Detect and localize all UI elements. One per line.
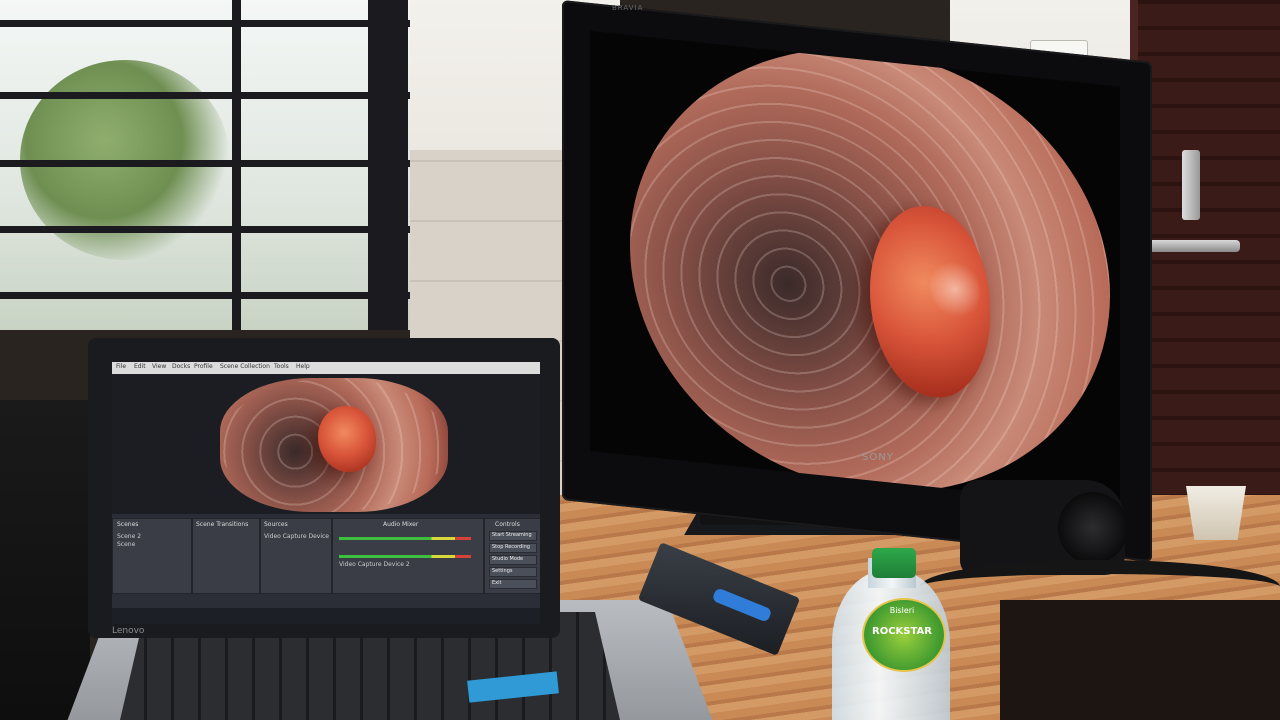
scene-item[interactable]: Scene — [117, 541, 135, 548]
start-streaming-button[interactable]: Start Streaming — [489, 531, 537, 541]
window-bar — [0, 226, 420, 233]
window-bar — [0, 92, 420, 99]
camera-strap — [920, 560, 1280, 614]
menu-help[interactable]: Help — [296, 363, 310, 370]
exit-button[interactable]: Exit — [489, 579, 537, 589]
panel-sources-title: Sources — [264, 521, 288, 528]
menu-docks[interactable]: Docks — [172, 363, 190, 370]
menu-scene-collection[interactable]: Scene Collection — [220, 363, 270, 370]
stop-recording-button[interactable]: Stop Recording — [489, 543, 537, 553]
audio-meter — [339, 555, 471, 558]
settings-button[interactable]: Settings — [489, 567, 537, 577]
audio-mixer-panel: Audio Mixer Video Capture Device 2 — [332, 518, 484, 594]
window-bar — [0, 160, 420, 167]
panel-transitions-title: Scene Transitions — [196, 521, 249, 528]
monitor-brand: SONY — [862, 452, 894, 463]
panel-audio-title: Audio Mixer — [383, 521, 419, 528]
door-handle — [1145, 240, 1240, 252]
window-bar — [232, 0, 241, 330]
source-item[interactable]: Video Capture Device 2 — [339, 561, 410, 568]
source-item[interactable]: Video Capture Device — [264, 533, 329, 540]
door-latch — [1182, 150, 1200, 220]
taskbar — [112, 608, 540, 624]
audio-meter — [339, 537, 471, 540]
cables — [0, 400, 90, 720]
menu-edit[interactable]: Edit — [134, 363, 146, 370]
window — [0, 0, 420, 330]
monitor — [562, 0, 1152, 563]
laptop-lid: File Edit View Docks Profile Scene Colle… — [88, 338, 560, 638]
studio-mode-button[interactable]: Studio Mode — [489, 555, 537, 565]
panel-controls-title: Controls — [495, 521, 520, 528]
panel-scenes-title: Scenes — [117, 521, 139, 528]
scene-item[interactable]: Scene 2 — [117, 533, 141, 540]
obs-menubar: File Edit View Docks Profile Scene Colle… — [112, 362, 540, 374]
door — [1130, 0, 1280, 520]
menu-profile[interactable]: Profile — [194, 363, 213, 370]
controls-panel: Controls Start Streaming Stop Recording … — [484, 518, 540, 594]
camera-lens — [1058, 492, 1128, 564]
bottle-label-text: ROCKSTAR — [872, 626, 932, 637]
sources-panel: Sources Video Capture Device — [260, 518, 332, 594]
menu-file[interactable]: File — [116, 363, 126, 370]
window-bar — [0, 292, 420, 299]
menu-tools[interactable]: Tools — [274, 363, 289, 370]
photo-scene: BRAVIA SONY File Edit View Docks Profile… — [0, 0, 1280, 720]
window-bar — [0, 20, 420, 27]
menu-view[interactable]: View — [152, 363, 166, 370]
desk-shadow — [1000, 600, 1280, 720]
endoscopy-preview — [220, 378, 448, 512]
window-frame — [368, 0, 408, 330]
polyp — [318, 406, 376, 472]
scenes-panel: Scenes Scene 2 Scene — [112, 518, 192, 594]
scene-transitions-panel: Scene Transitions — [192, 518, 260, 594]
laptop-screen: File Edit View Docks Profile Scene Colle… — [112, 362, 540, 624]
laptop-brand: Lenovo — [112, 626, 145, 636]
bottle-cap — [872, 548, 916, 578]
paper-cup — [1186, 486, 1246, 540]
mucosa-rings — [630, 30, 1110, 507]
endoscopy-view — [630, 30, 1110, 507]
monitor-series: BRAVIA — [612, 4, 644, 12]
bottle-brand: Bisleri — [889, 606, 915, 615]
monitor-screen — [590, 30, 1120, 507]
obs-preview — [112, 374, 540, 514]
